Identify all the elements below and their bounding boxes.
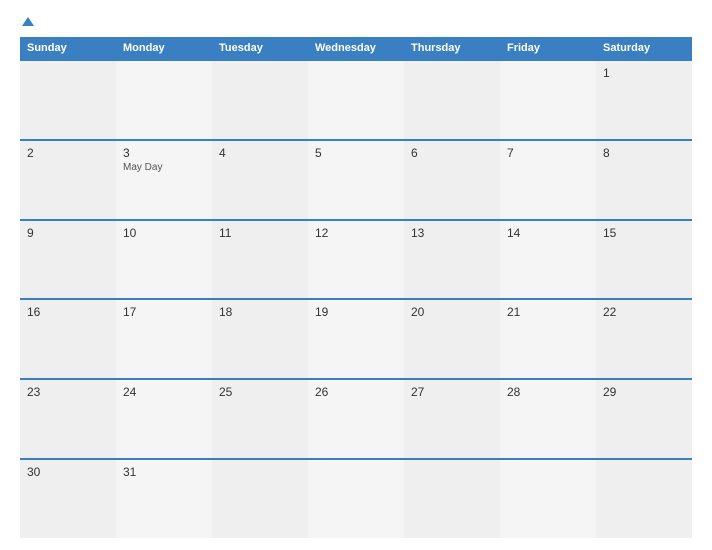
calendar-cell [308,61,404,139]
day-number: 26 [315,385,397,399]
day-number: 12 [315,226,397,240]
calendar: SundayMondayTuesdayWednesdayThursdayFrid… [20,37,692,538]
calendar-cell: 20 [404,300,500,378]
day-number: 8 [603,146,685,160]
calendar-cell: 12 [308,221,404,299]
day-number: 13 [411,226,493,240]
day-number: 25 [219,385,301,399]
calendar-cell: 2 [20,141,116,219]
day-number: 19 [315,305,397,319]
day-number: 23 [27,385,109,399]
calendar-cell: 4 [212,141,308,219]
logo-triangle-icon [22,17,34,26]
calendar-cell: 6 [404,141,500,219]
day-header-friday: Friday [500,37,596,59]
calendar-cell: 7 [500,141,596,219]
calendar-cell: 19 [308,300,404,378]
day-header-sunday: Sunday [20,37,116,59]
calendar-week-6: 30 31 [20,458,692,538]
day-header-saturday: Saturday [596,37,692,59]
calendar-cell: 21 [500,300,596,378]
calendar-cell: 16 [20,300,116,378]
day-number: 6 [411,146,493,160]
holiday-label: May Day [123,162,205,173]
day-header-tuesday: Tuesday [212,37,308,59]
calendar-cell: 28 [500,380,596,458]
day-number: 10 [123,226,205,240]
calendar-body: 123May Day456789101112131415161718192021… [20,59,692,538]
calendar-cell: 3 May Day [116,141,212,219]
day-number: 16 [27,305,109,319]
day-header-thursday: Thursday [404,37,500,59]
calendar-cell [500,460,596,538]
day-number: 20 [411,305,493,319]
day-number: 9 [27,226,109,240]
calendar-cell: 18 [212,300,308,378]
calendar-cell [308,460,404,538]
calendar-cell [116,61,212,139]
calendar-cell: 15 [596,221,692,299]
day-number: 30 [27,465,109,479]
day-number: 18 [219,305,301,319]
calendar-cell [500,61,596,139]
calendar-week-3: 9 10 11 12 13 14 15 [20,219,692,299]
calendar-cell: 27 [404,380,500,458]
calendar-cell: 22 [596,300,692,378]
calendar-cell: 31 [116,460,212,538]
calendar-week-4: 16 17 18 19 20 21 22 [20,298,692,378]
calendar-cell: 1 [596,61,692,139]
calendar-cell: 5 [308,141,404,219]
day-number: 29 [603,385,685,399]
day-header-monday: Monday [116,37,212,59]
day-number: 4 [219,146,301,160]
day-number: 28 [507,385,589,399]
day-number: 21 [507,305,589,319]
day-number: 3 [123,146,205,160]
calendar-week-1: 1 [20,59,692,139]
calendar-week-2: 23 May Day 45678 [20,139,692,219]
calendar-page: SundayMondayTuesdayWednesdayThursdayFrid… [0,0,712,550]
calendar-cell [212,460,308,538]
calendar-cell: 17 [116,300,212,378]
calendar-cell: 14 [500,221,596,299]
calendar-cell [212,61,308,139]
calendar-cell: 25 [212,380,308,458]
calendar-header: SundayMondayTuesdayWednesdayThursdayFrid… [20,37,692,59]
calendar-cell: 9 [20,221,116,299]
calendar-cell: 8 [596,141,692,219]
day-number: 7 [507,146,589,160]
calendar-cell: 26 [308,380,404,458]
day-number: 24 [123,385,205,399]
day-number: 14 [507,226,589,240]
calendar-cell: 24 [116,380,212,458]
calendar-cell: 11 [212,221,308,299]
logo [20,18,34,27]
day-number: 17 [123,305,205,319]
day-header-wednesday: Wednesday [308,37,404,59]
calendar-cell [404,61,500,139]
header [20,18,692,27]
day-number: 11 [219,226,301,240]
calendar-cell: 13 [404,221,500,299]
calendar-cell [20,61,116,139]
day-number: 27 [411,385,493,399]
day-number: 31 [123,465,205,479]
calendar-cell: 29 [596,380,692,458]
day-number: 1 [603,66,685,80]
day-number: 22 [603,305,685,319]
calendar-week-5: 23 24 25 26 27 28 29 [20,378,692,458]
day-number: 5 [315,146,397,160]
calendar-cell [404,460,500,538]
calendar-cell: 23 [20,380,116,458]
calendar-cell [596,460,692,538]
day-number: 15 [603,226,685,240]
calendar-cell: 30 [20,460,116,538]
day-number: 2 [27,146,109,160]
calendar-cell: 10 [116,221,212,299]
